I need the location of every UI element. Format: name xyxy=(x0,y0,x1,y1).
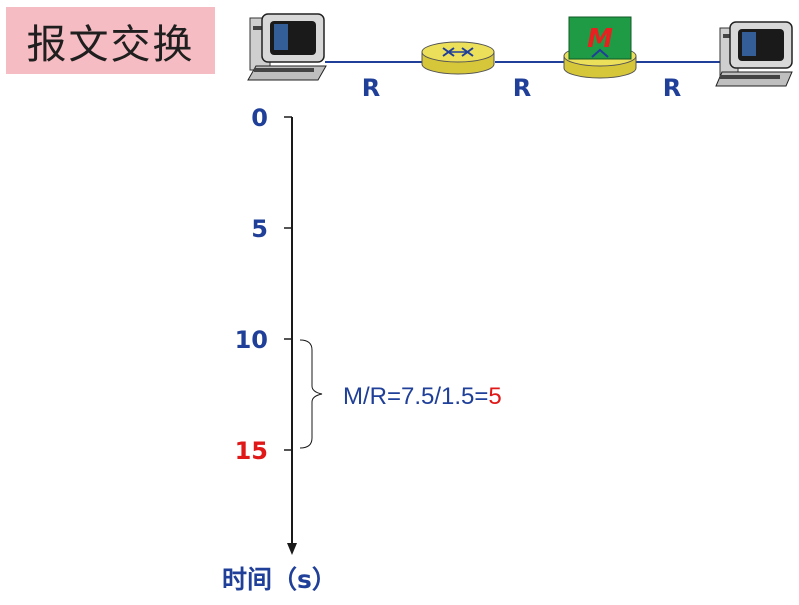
transmission-delay-formula: M/R=7.5/1.5=5 xyxy=(343,383,502,410)
time-ticks: 0 5 10 15 xyxy=(235,104,292,465)
formula-expression: M/R=7.5/1.5= xyxy=(343,383,488,410)
time-tick-label: 10 xyxy=(235,326,268,354)
router-icon xyxy=(421,41,495,75)
time-tick-label: 5 xyxy=(251,215,268,243)
destination-host-icon xyxy=(715,21,793,87)
router-with-message-icon: M xyxy=(563,16,637,79)
slide: 报文交换 M R R R 0 5 10 15 M/R=7.5/1.5=5 时间（… xyxy=(0,0,799,605)
link-rate-label-2: R xyxy=(513,74,531,102)
link-rate-label-1: R xyxy=(362,74,380,102)
time-axis-label: 时间（s） xyxy=(222,565,337,594)
formula-result: 5 xyxy=(488,383,501,410)
time-axis-arrowhead xyxy=(287,543,297,555)
time-tick-label: 15 xyxy=(235,437,268,465)
time-tick-label: 0 xyxy=(251,104,268,132)
interval-brace xyxy=(299,339,323,449)
link-rate-label-3: R xyxy=(663,74,681,102)
message-switching-diagram: M R R R 051015 M/R=7.5/1.5=5 时间（s） xyxy=(222,13,793,594)
source-host-icon xyxy=(247,13,327,81)
